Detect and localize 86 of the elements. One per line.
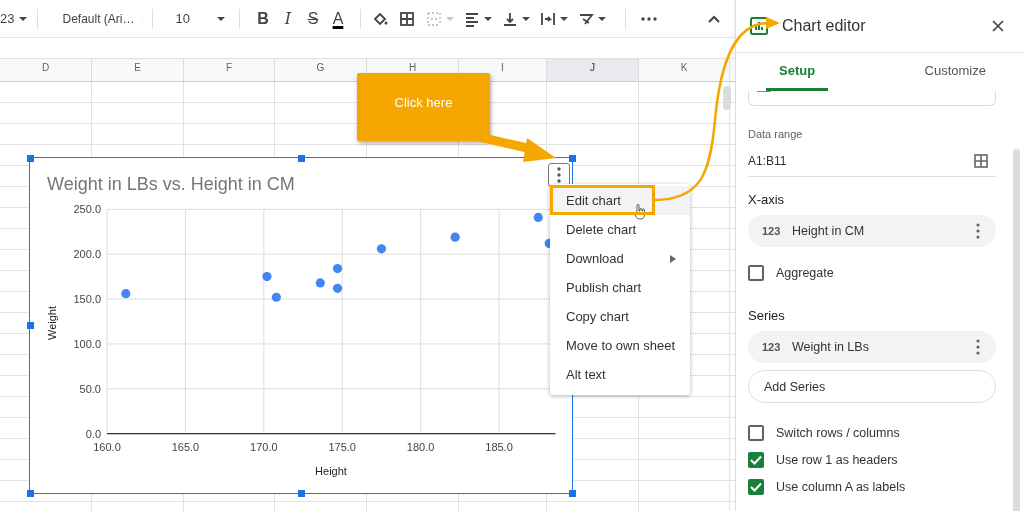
- tab[interactable]: Setup: [766, 53, 829, 91]
- axis-tick-label: 180.0: [406, 440, 435, 453]
- scrollbar[interactable]: [723, 86, 731, 110]
- checkbox[interactable]: [748, 478, 764, 495]
- format-button[interactable]: B: [250, 9, 276, 28]
- resize-handle[interactable]: [568, 489, 576, 497]
- axis-title: Height: [315, 465, 347, 477]
- checkbox-label: Use row 1 as headers: [776, 452, 898, 467]
- axis-tick-label: 160.0: [93, 440, 121, 453]
- checkbox-label: Aggregate: [776, 265, 834, 280]
- checkbox[interactable]: [748, 424, 764, 441]
- axis-tick-label: 50.0: [79, 382, 101, 395]
- merge-cells-icon: [425, 9, 444, 28]
- font-dropdown[interactable]: Default (Ari…: [62, 11, 143, 26]
- grid-icon[interactable]: [974, 154, 988, 168]
- chart-icon: [750, 17, 768, 35]
- resize-handle[interactable]: [26, 321, 34, 329]
- axis-tick-label: 0.0: [85, 427, 101, 440]
- checkbox[interactable]: [748, 264, 764, 281]
- add-series-button[interactable]: Add Series: [748, 370, 996, 403]
- zoom-dropdown[interactable]: 23: [0, 11, 28, 26]
- section-heading: Series: [748, 308, 786, 323]
- resize-handle[interactable]: [26, 489, 34, 497]
- axis-tick-label: 250.0: [73, 203, 101, 216]
- more-icon[interactable]: [976, 223, 980, 239]
- section-heading: X-axis: [748, 192, 786, 207]
- axis-tick-label: 170.0: [250, 440, 278, 453]
- menu-item[interactable]: Move to own sheet: [550, 331, 690, 360]
- series-chip[interactable]: 123 Weight in LBs: [748, 331, 996, 363]
- hand-cursor-icon: [634, 204, 646, 220]
- column-header[interactable]: F: [184, 59, 275, 81]
- resize-handle[interactable]: [568, 154, 576, 162]
- caret-icon: [598, 16, 607, 21]
- axis-chip[interactable]: 123 Height in CM: [748, 215, 996, 247]
- format-button[interactable]: I: [275, 9, 301, 28]
- axis-tick-label: 175.0: [328, 440, 356, 453]
- menu-item[interactable]: Delete chart: [550, 215, 690, 244]
- resize-handle[interactable]: [297, 154, 305, 162]
- field-label: Data range: [748, 128, 804, 140]
- chart-menu-button[interactable]: [548, 163, 570, 187]
- caret-icon: [217, 16, 226, 21]
- caret-icon: [484, 16, 493, 21]
- column-header[interactable]: J: [547, 59, 639, 81]
- checkbox-label: Use column A as labels: [776, 479, 906, 494]
- column-header[interactable]: D: [0, 59, 92, 81]
- checkbox[interactable]: [748, 451, 764, 468]
- borders-icon: [398, 9, 417, 28]
- caret-icon: [560, 16, 569, 21]
- format-button[interactable]: A: [325, 9, 351, 28]
- column-header[interactable]: K: [639, 59, 730, 81]
- menu-item[interactable]: Alt text: [550, 360, 690, 389]
- chart-title: Weight in LBs vs. Height in CM: [47, 174, 295, 194]
- menu-item[interactable]: Download: [550, 244, 690, 273]
- axis-tick-label: 200.0: [73, 248, 101, 261]
- column-header[interactable]: E: [92, 59, 184, 81]
- more-icon: [557, 167, 561, 183]
- close-icon[interactable]: [992, 20, 1004, 32]
- collapse-icon[interactable]: [708, 14, 720, 23]
- data-range-value[interactable]: A1:B11: [748, 154, 787, 168]
- axis-title: Weight: [46, 306, 58, 340]
- caret-icon: [522, 16, 531, 21]
- type-label: 123: [762, 225, 782, 237]
- caret-icon: [19, 16, 28, 21]
- scrollbar[interactable]: [1013, 149, 1020, 511]
- axis-tick-label: 165.0: [171, 440, 200, 453]
- type-label: 123: [762, 341, 782, 353]
- chip-label: Weight in LBs: [792, 340, 869, 354]
- menu-item[interactable]: Publish chart: [550, 273, 690, 302]
- axis-tick-label: 100.0: [73, 337, 101, 350]
- panel-title: Chart editor: [782, 17, 866, 35]
- format-button[interactable]: S: [300, 9, 326, 28]
- checkbox-label: Switch rows / columns: [776, 425, 900, 440]
- tab[interactable]: Customize: [914, 53, 996, 91]
- axis-tick-label: 185.0: [485, 440, 513, 453]
- axis-tick-label: 150.0: [73, 293, 101, 306]
- callout-tooltip: Click here: [357, 73, 490, 141]
- input-field[interactable]: [748, 91, 996, 106]
- chip-label: Height in CM: [792, 224, 865, 238]
- borders-button[interactable]: [398, 9, 417, 28]
- resize-handle[interactable]: [297, 489, 305, 497]
- more-icon[interactable]: [641, 16, 658, 21]
- font-size-dropdown[interactable]: 10: [175, 11, 230, 26]
- menu-item[interactable]: Copy chart: [550, 302, 690, 331]
- resize-handle[interactable]: [26, 154, 34, 162]
- caret-icon: [446, 16, 455, 21]
- more-icon[interactable]: [976, 339, 980, 355]
